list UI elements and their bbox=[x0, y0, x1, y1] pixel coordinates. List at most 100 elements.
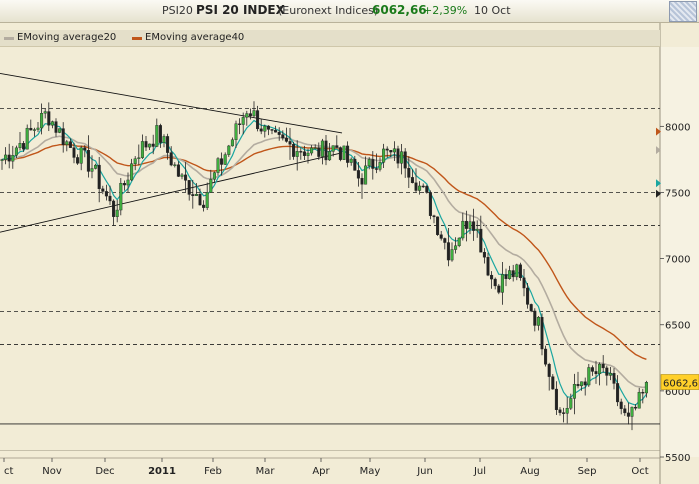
candle-body bbox=[425, 185, 429, 193]
window-resize-icon[interactable] bbox=[669, 1, 697, 22]
candle-body bbox=[119, 182, 123, 211]
candle-body bbox=[302, 151, 306, 156]
x-tick-label: Sep bbox=[578, 466, 597, 477]
last-price: 6062,66 bbox=[372, 3, 427, 17]
candle-body bbox=[565, 408, 569, 414]
candle-body bbox=[4, 154, 8, 160]
y-tick-label: 6500 bbox=[665, 321, 690, 332]
symbol-label: PSI20 bbox=[162, 4, 193, 17]
candle-body bbox=[367, 159, 371, 167]
candle-body bbox=[616, 383, 620, 403]
candle-body bbox=[630, 406, 634, 417]
candle-body bbox=[252, 110, 256, 117]
candle-body bbox=[511, 270, 515, 278]
candle-body bbox=[608, 372, 612, 376]
y-tick-label: 7500 bbox=[665, 188, 690, 199]
candle-body bbox=[130, 163, 134, 181]
candle-body bbox=[414, 182, 418, 191]
candle-body bbox=[133, 158, 137, 164]
candle-body bbox=[356, 170, 360, 179]
candle-body bbox=[25, 127, 29, 150]
candle-body bbox=[450, 249, 454, 261]
candle-body bbox=[140, 141, 144, 158]
candle-body bbox=[400, 151, 404, 164]
x-tick-label: Dec bbox=[95, 466, 114, 477]
candle-body bbox=[410, 177, 414, 184]
candle-body bbox=[212, 172, 216, 180]
candle-body bbox=[295, 151, 299, 157]
candle-body bbox=[497, 285, 501, 293]
candle-body bbox=[515, 264, 519, 278]
candle-body bbox=[126, 179, 130, 186]
candle-body bbox=[313, 147, 317, 149]
candle-body bbox=[342, 145, 346, 160]
candle-body bbox=[274, 130, 278, 133]
candle-body bbox=[245, 113, 249, 118]
candle-body bbox=[349, 158, 353, 163]
candle-body bbox=[331, 145, 335, 152]
title-bar: PSI20 PSI 20 INDEX (Euronext Indices) 60… bbox=[0, 0, 699, 23]
candle-body bbox=[158, 125, 162, 143]
candle-body bbox=[0, 159, 4, 161]
candle-body bbox=[151, 143, 155, 147]
candle-body bbox=[288, 141, 292, 145]
candle-body bbox=[47, 111, 51, 126]
candle-body bbox=[378, 162, 382, 170]
x-tick-label: Apr bbox=[312, 466, 330, 477]
candle-body bbox=[263, 125, 267, 132]
candle-body bbox=[86, 150, 90, 172]
candle-body bbox=[418, 185, 422, 191]
candle-body bbox=[353, 158, 357, 171]
x-tick-label: Aug bbox=[520, 466, 540, 477]
candle-body bbox=[11, 155, 15, 162]
candle-body bbox=[50, 121, 54, 126]
candle-body bbox=[220, 158, 224, 165]
candle-body bbox=[36, 127, 40, 130]
y-tick-label: 8000 bbox=[665, 122, 690, 133]
price-chart[interactable]: 8000750070006500600055006062,6 ct Nov Dec 2… bbox=[0, 0, 699, 484]
candle-body bbox=[385, 148, 389, 151]
candle-body bbox=[590, 367, 594, 372]
candle-body bbox=[205, 192, 209, 208]
chart-window: 8000 7500 7000 6500 6000 5500 6062,6 ct Nov Dec 2… bbox=[0, 0, 699, 484]
candle-body bbox=[634, 406, 638, 409]
candle-body bbox=[54, 121, 58, 133]
candle-body bbox=[554, 388, 558, 410]
x-tick-label: ct bbox=[4, 466, 13, 477]
candle-body bbox=[457, 237, 461, 247]
legend-ema40[interactable]: EMoving average40 bbox=[145, 32, 244, 43]
candle-body bbox=[292, 144, 296, 157]
candle-body bbox=[392, 148, 396, 153]
x-tick-label: Oct bbox=[631, 466, 648, 477]
candle-body bbox=[58, 128, 62, 133]
legend-ema20[interactable]: EMoving average20 bbox=[17, 32, 116, 43]
x-tick-label: 2011 bbox=[148, 466, 176, 477]
candle-body bbox=[500, 274, 504, 293]
candle-body bbox=[346, 145, 350, 163]
candle-body bbox=[598, 363, 602, 375]
candle-body bbox=[504, 274, 508, 279]
candle-body bbox=[446, 242, 450, 261]
candle-body bbox=[468, 221, 472, 229]
candle-body bbox=[493, 278, 497, 287]
quote-date: 10 Oct bbox=[474, 4, 511, 17]
candle-body bbox=[223, 154, 227, 165]
candle-body bbox=[490, 274, 494, 280]
candle-body bbox=[533, 310, 537, 326]
candle-body bbox=[403, 151, 407, 169]
candle-body bbox=[461, 220, 465, 239]
candle-body bbox=[194, 193, 198, 196]
candle-body bbox=[162, 136, 166, 143]
candle-body bbox=[299, 151, 303, 153]
candle-body bbox=[623, 408, 627, 414]
candle-body bbox=[277, 131, 281, 135]
candle-body bbox=[518, 264, 522, 279]
candle-body bbox=[464, 220, 468, 229]
candle-body bbox=[482, 251, 486, 258]
candle-body bbox=[101, 188, 105, 192]
candle-body bbox=[594, 371, 598, 375]
candle-body bbox=[443, 238, 447, 243]
price-change: +2,39% bbox=[423, 4, 468, 17]
candle-body bbox=[328, 151, 332, 161]
candle-body bbox=[83, 147, 87, 151]
